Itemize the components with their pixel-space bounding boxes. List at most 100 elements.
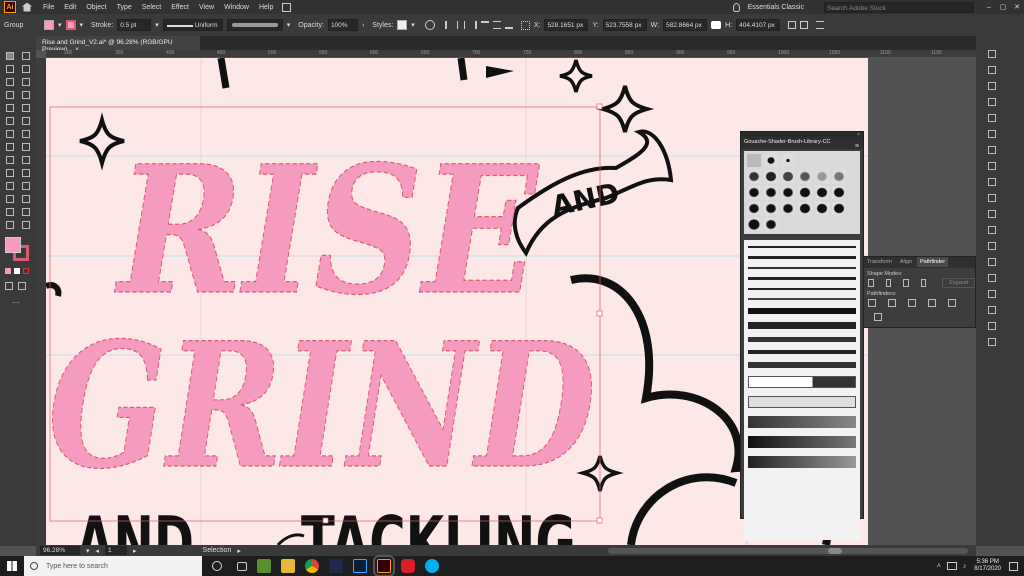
align-bottom-icon[interactable]: [504, 21, 513, 29]
gradient-tool-icon[interactable]: [22, 169, 30, 177]
merge-icon[interactable]: [907, 299, 916, 307]
brush-swatch[interactable]: [781, 154, 795, 167]
scale-tool-icon[interactable]: [22, 130, 30, 138]
brush-swatch[interactable]: [798, 202, 812, 215]
minus-back-icon[interactable]: [874, 313, 882, 321]
symbol-sprayer-tool-icon[interactable]: [6, 195, 14, 203]
artboard-tool-icon[interactable]: [6, 208, 14, 216]
brush-definition[interactable]: [226, 19, 283, 31]
width-field[interactable]: 582.8664 px: [663, 19, 708, 31]
horizontal-scrollbar[interactable]: [608, 547, 968, 554]
free-transform-tool-icon[interactable]: [22, 143, 30, 151]
brush-stroke[interactable]: [748, 308, 856, 314]
brush-swatch[interactable]: [798, 186, 812, 199]
styles-swatch[interactable]: [397, 20, 408, 30]
previous-artboard-icon[interactable]: ◂: [96, 547, 100, 555]
shape-builder-tool-icon[interactable]: [6, 156, 14, 164]
fill-color-box[interactable]: [5, 237, 21, 253]
crop-icon[interactable]: [927, 299, 936, 307]
stroke-swatch[interactable]: [65, 20, 76, 30]
align-center-icon[interactable]: [456, 21, 465, 29]
screen-mode-icon[interactable]: [18, 282, 26, 290]
taskbar-search[interactable]: Type here to search: [24, 556, 202, 576]
height-field[interactable]: 404.4107 px: [736, 19, 781, 31]
y-field[interactable]: 523.7558 px: [602, 19, 647, 31]
mesh-tool-icon[interactable]: [6, 169, 14, 177]
opacity-field[interactable]: 100%: [327, 19, 358, 31]
pathfinder-panel-icon[interactable]: [988, 306, 996, 314]
perspective-grid-tool-icon[interactable]: [22, 156, 30, 164]
artboard-number-field[interactable]: 1: [105, 546, 128, 555]
fill-dropdown-icon[interactable]: ▾: [58, 21, 62, 29]
color-mode-icon[interactable]: [5, 268, 11, 274]
tab-pathfinder[interactable]: Pathfinder: [917, 257, 949, 267]
menu-file[interactable]: File: [38, 4, 59, 11]
slice-tool-icon[interactable]: [22, 208, 30, 216]
task-view-icon[interactable]: [237, 561, 247, 571]
align-middle-icon[interactable]: [492, 21, 501, 29]
brush-stroke[interactable]: [748, 376, 856, 388]
zoom-dropdown-icon[interactable]: ▾: [86, 547, 90, 555]
opacity-arrow-icon[interactable]: ›: [362, 22, 364, 29]
brush-swatch[interactable]: [747, 202, 761, 215]
rise-lettering[interactable]: RISE: [113, 126, 541, 334]
variable-width-profile[interactable]: Uniform: [162, 19, 223, 31]
network-icon[interactable]: [946, 562, 957, 570]
constrain-proportions-icon[interactable]: [711, 21, 722, 29]
brush-stroke[interactable]: [748, 416, 856, 428]
gradient-mode-icon[interactable]: [14, 268, 20, 274]
asset-export-panel-icon[interactable]: [988, 338, 996, 346]
libraries-panel-icon[interactable]: [988, 66, 996, 74]
character-panel-icon[interactable]: [988, 226, 996, 234]
brush-swatch[interactable]: [764, 154, 778, 167]
brush-swatch[interactable]: [764, 218, 778, 231]
brush-stroke[interactable]: [748, 267, 856, 269]
horizontal-ruler[interactable]: 300 350 400 450 500 550 600 650 700 750 …: [46, 50, 976, 58]
intersect-icon[interactable]: [903, 279, 909, 287]
brush-swatch[interactable]: [781, 170, 795, 183]
expand-button[interactable]: Expand: [942, 278, 975, 288]
menu-window[interactable]: Window: [219, 4, 254, 11]
eyedropper-tool-icon[interactable]: [6, 182, 14, 190]
divide-icon[interactable]: [868, 299, 876, 307]
brushes-panel-icon[interactable]: [988, 114, 996, 122]
brush-stroke[interactable]: [748, 288, 856, 290]
pencil-tool-icon[interactable]: [6, 117, 14, 125]
brush-stroke[interactable]: [748, 337, 856, 342]
eraser-tool-icon[interactable]: [22, 117, 30, 125]
x-field[interactable]: 528.1651 px: [544, 19, 589, 31]
reference-point-icon[interactable]: [520, 20, 530, 30]
vertical-ruler[interactable]: [36, 58, 46, 545]
properties-panel-icon[interactable]: [988, 50, 996, 58]
stroke-panel-icon[interactable]: [988, 146, 996, 154]
brush-swatch[interactable]: [747, 154, 761, 167]
brush-swatch[interactable]: [781, 186, 795, 199]
brush-stroke[interactable]: [748, 277, 856, 280]
paragraph-panel-icon[interactable]: [988, 242, 996, 250]
blend-tool-icon[interactable]: [22, 182, 30, 190]
workspace-switcher[interactable]: Essentials Classic: [748, 4, 804, 11]
brush-stroke[interactable]: [748, 456, 856, 468]
home-icon[interactable]: [22, 2, 32, 12]
arrange-docs-icon[interactable]: [282, 2, 292, 12]
align-right-icon[interactable]: [469, 21, 477, 29]
rectangle-tool-icon[interactable]: [6, 104, 14, 112]
hand-tool-icon[interactable]: [6, 221, 14, 229]
brush-swatch[interactable]: [798, 170, 812, 183]
gradient-panel-icon[interactable]: [988, 162, 996, 170]
graphic-styles-panel-icon[interactable]: [988, 210, 996, 218]
brush-swatch[interactable]: [764, 202, 778, 215]
stroke-weight-field[interactable]: 0.5 pt: [117, 19, 152, 31]
brush-stroke[interactable]: [748, 396, 856, 408]
windows-start-icon[interactable]: [0, 561, 24, 571]
creative-cloud-icon[interactable]: [401, 559, 415, 573]
chrome-icon[interactable]: [305, 559, 319, 573]
none-mode-icon[interactable]: [23, 268, 29, 274]
draw-mode-icon[interactable]: [5, 282, 13, 290]
menu-object[interactable]: Object: [81, 4, 111, 11]
layers-panel-icon[interactable]: [988, 322, 996, 330]
line-segment-tool-icon[interactable]: [22, 91, 30, 99]
brush-swatch[interactable]: [747, 218, 761, 231]
brush-stroke[interactable]: [748, 256, 856, 259]
brush-swatch[interactable]: [764, 186, 778, 199]
